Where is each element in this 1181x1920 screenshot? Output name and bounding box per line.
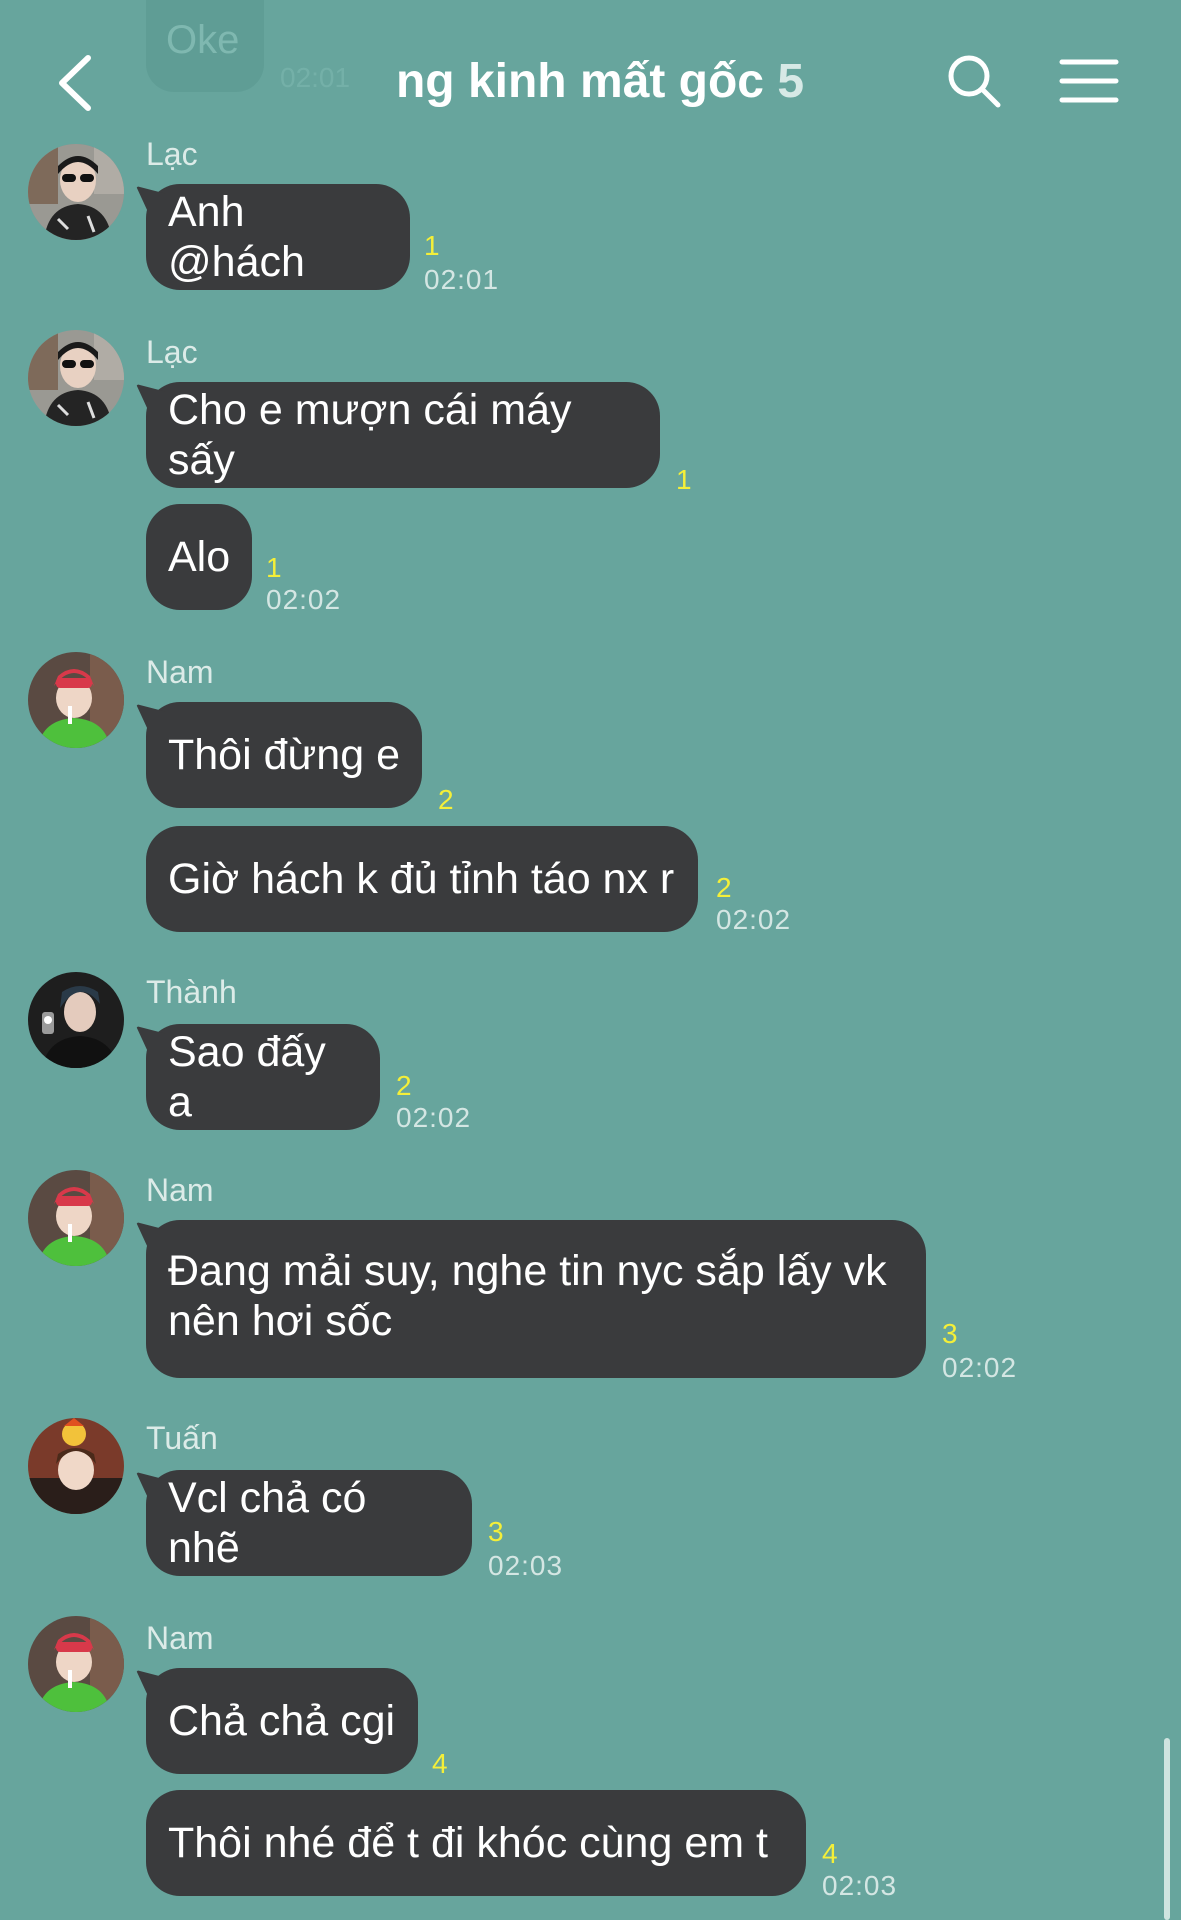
- read-count: 1: [676, 464, 692, 495]
- sender-name: Tuấn: [146, 1420, 218, 1456]
- message-time: 02:02: [396, 1102, 472, 1133]
- message-bubble[interactable]: Alo: [146, 504, 252, 610]
- read-count: 1: [424, 230, 440, 261]
- read-count: 3: [488, 1516, 504, 1547]
- scrollbar[interactable]: [1164, 1738, 1170, 1920]
- back-button[interactable]: [52, 52, 102, 114]
- sender-name: Nam: [146, 654, 214, 690]
- read-count: 4: [822, 1838, 838, 1869]
- chat-messages: Lạc Anh @hách 1 02:01 Lạc Cho e mượn cái…: [0, 0, 1181, 1920]
- message-bubble[interactable]: Giờ hách k đủ tỉnh táo nx r: [146, 826, 698, 932]
- search-button[interactable]: [945, 52, 1003, 110]
- message-bubble[interactable]: Đang mải suy, nghe tin nyc sắp lấy vk nê…: [146, 1220, 926, 1378]
- group-name: ng kinh mất gốc: [395, 55, 764, 108]
- message-text: Thôi đừng e: [168, 731, 400, 779]
- previous-message-text: Oke: [166, 18, 240, 62]
- read-count: 1: [266, 552, 282, 583]
- message-time: 02:02: [266, 584, 342, 615]
- message-bubble[interactable]: Anh @hách: [146, 184, 410, 290]
- message-text: Giờ hách k đủ tỉnh táo nx r: [168, 855, 675, 903]
- message-bubble[interactable]: Chả chả cgi: [146, 1668, 418, 1774]
- member-count: 5: [777, 55, 805, 108]
- message-time: 02:01: [424, 264, 500, 295]
- message-text: Đang mải suy, nghe tin nyc sắp lấy vk nê…: [168, 1247, 887, 1345]
- avatar-nam[interactable]: [28, 1170, 124, 1266]
- page-title[interactable]: ng kinh mất gốc 5: [300, 54, 900, 109]
- chevron-left-icon: [59, 55, 91, 111]
- avatar-thanh[interactable]: [28, 972, 124, 1068]
- avatar-nam[interactable]: [28, 652, 124, 748]
- read-count: 2: [396, 1070, 412, 1101]
- message-text: Thôi nhé để t đi khóc cùng em t: [168, 1819, 768, 1867]
- sender-name: Nam: [146, 1620, 214, 1656]
- avatar-nam[interactable]: [28, 1616, 124, 1712]
- message-text: Alo: [168, 533, 231, 581]
- search-icon: [948, 55, 1001, 108]
- message-time: 02:02: [716, 904, 792, 935]
- message-bubble[interactable]: Thôi nhé để t đi khóc cùng em t: [146, 1790, 806, 1896]
- message-text: Sao đấy a: [168, 1028, 326, 1126]
- sender-name: Thành: [146, 974, 237, 1010]
- avatar-tuan[interactable]: [28, 1418, 124, 1514]
- sender-name: Lạc: [146, 334, 198, 370]
- read-count: 2: [716, 872, 732, 903]
- read-count: 4: [432, 1748, 448, 1779]
- hamburger-menu-icon: [1059, 59, 1119, 103]
- menu-button[interactable]: [1058, 56, 1120, 106]
- message-time: 02:03: [822, 1870, 898, 1901]
- read-count: 2: [438, 784, 454, 815]
- message-bubble[interactable]: Thôi đừng e: [146, 702, 422, 808]
- chat-header: Oke 02:01 ng kinh mất gốc 5: [0, 0, 1181, 160]
- message-bubble[interactable]: Cho e mượn cái máy sấy: [146, 382, 660, 488]
- message-text: Chả chả cgi: [168, 1697, 396, 1745]
- message-bubble[interactable]: Sao đấy a: [146, 1024, 380, 1130]
- avatar-lac[interactable]: [28, 330, 124, 426]
- read-count: 3: [942, 1318, 958, 1349]
- message-text: Anh @hách: [168, 188, 305, 286]
- message-text: Cho e mượn cái máy sấy: [168, 386, 572, 484]
- message-text: Vcl chả có nhẽ: [168, 1474, 367, 1572]
- sender-name: Nam: [146, 1172, 214, 1208]
- message-time: 02:03: [488, 1550, 564, 1581]
- message-bubble[interactable]: Vcl chả có nhẽ: [146, 1470, 472, 1576]
- message-time: 02:02: [942, 1352, 1018, 1383]
